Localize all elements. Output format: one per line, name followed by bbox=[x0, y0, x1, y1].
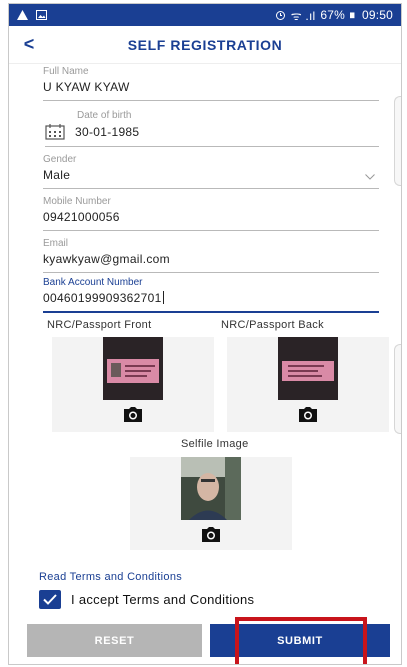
checkbox[interactable] bbox=[39, 590, 61, 609]
nrc-back-label: NRC/Passport Back bbox=[221, 319, 324, 331]
bank-account-field[interactable]: Bank Account Number 00460199909362701 bbox=[43, 277, 379, 313]
page-title: SELF REGISTRATION bbox=[127, 36, 283, 53]
full-name-input[interactable]: U KYAW KYAW bbox=[43, 80, 379, 101]
nrc-front-card[interactable] bbox=[52, 337, 214, 432]
battery-icon bbox=[349, 12, 355, 19]
edge-handle-bottom bbox=[394, 344, 401, 434]
warning-icon bbox=[17, 10, 28, 20]
bank-account-label: Bank Account Number bbox=[43, 277, 143, 288]
read-terms-link[interactable]: Read Terms and Conditions bbox=[39, 571, 182, 583]
bank-account-value: 00460199909362701 bbox=[43, 291, 162, 305]
phone-screen: ᯤ .ıl 67% 09:50 < SELF REGISTRATION Full… bbox=[8, 3, 402, 665]
date-of-birth-value: 30-01-1985 bbox=[75, 125, 140, 139]
mobile-number-field[interactable]: Mobile Number 09421000056 bbox=[43, 196, 379, 231]
reset-button[interactable]: RESET bbox=[27, 624, 202, 657]
full-name-field[interactable]: Full Name U KYAW KYAW bbox=[43, 66, 379, 101]
chevron-down-icon bbox=[365, 174, 375, 180]
bank-account-input[interactable]: 00460199909362701 bbox=[43, 291, 379, 313]
alarm-icon bbox=[275, 11, 285, 20]
email-input[interactable]: kyawkyaw@gmail.com bbox=[43, 252, 379, 273]
mobile-number-label: Mobile Number bbox=[43, 196, 111, 207]
status-bar: ᯤ .ıl 67% 09:50 bbox=[9, 4, 401, 26]
gender-label: Gender bbox=[43, 154, 77, 165]
gender-select[interactable]: Gender Male bbox=[43, 154, 379, 189]
edge-handle-top bbox=[394, 96, 401, 186]
selfie-label: Selfile Image bbox=[181, 438, 249, 450]
text-cursor bbox=[162, 291, 164, 304]
camera-icon[interactable] bbox=[201, 527, 221, 543]
selfie-card[interactable] bbox=[130, 457, 292, 550]
nrc-back-card[interactable] bbox=[227, 337, 389, 432]
nrc-back-image bbox=[278, 337, 338, 400]
app-bar: < SELF REGISTRATION bbox=[9, 26, 401, 64]
camera-icon[interactable] bbox=[123, 407, 143, 423]
signal-icon: ᯤ .ıl bbox=[290, 8, 316, 23]
full-name-label: Full Name bbox=[43, 66, 89, 77]
gender-value[interactable]: Male bbox=[43, 168, 379, 189]
battery-percent: 67% bbox=[320, 8, 345, 22]
checkmark-icon bbox=[43, 594, 57, 605]
image-notification-icon bbox=[36, 10, 47, 20]
camera-icon[interactable] bbox=[298, 407, 318, 423]
date-of-birth-label: Date of birth bbox=[77, 110, 132, 121]
back-button[interactable]: < bbox=[9, 26, 49, 64]
clock: 09:50 bbox=[361, 8, 393, 22]
submit-highlight-box bbox=[235, 617, 367, 664]
calendar-icon bbox=[45, 124, 65, 140]
selfie-image bbox=[181, 457, 241, 520]
date-of-birth-field[interactable]: 30-01-1985 bbox=[45, 124, 379, 147]
nrc-front-image bbox=[103, 337, 163, 400]
mobile-number-input[interactable]: 09421000056 bbox=[43, 210, 379, 231]
email-label: Email bbox=[43, 238, 69, 249]
accept-terms-checkbox[interactable]: I accept Terms and Conditions bbox=[39, 590, 254, 609]
accept-terms-label: I accept Terms and Conditions bbox=[71, 592, 255, 607]
email-field[interactable]: Email kyawkyaw@gmail.com bbox=[43, 238, 379, 273]
nrc-front-label: NRC/Passport Front bbox=[47, 319, 152, 331]
